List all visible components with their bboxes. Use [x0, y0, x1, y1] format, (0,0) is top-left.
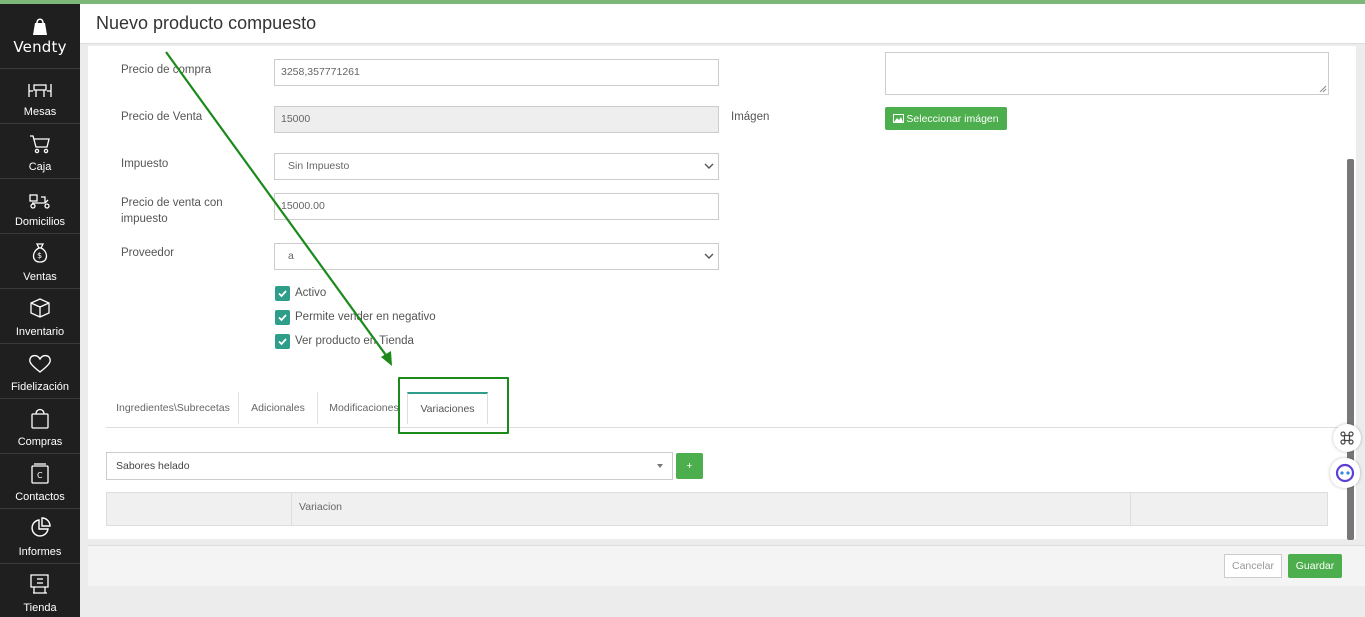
sidebar: Vendty Mesas Caja Domicilios $ Ventas In…: [0, 4, 80, 617]
brand-name: Vendty: [13, 38, 67, 56]
check-icon: [278, 314, 287, 322]
svg-text:C: C: [37, 471, 43, 480]
negativo-checkbox[interactable]: [275, 310, 290, 325]
impuesto-value: Sin Impuesto: [288, 160, 350, 172]
precio-venta-label: Precio de Venta: [121, 111, 203, 123]
table-header-variacion: Variacion: [299, 501, 342, 513]
command-icon: [1340, 431, 1354, 445]
add-variacion-button[interactable]: +: [676, 453, 703, 479]
heart-icon: [29, 354, 51, 373]
delivery-icon: [29, 194, 50, 209]
resize-grip-icon[interactable]: [1319, 85, 1327, 93]
svg-text:$: $: [37, 251, 42, 260]
precio-compra-label: Precio de compra: [121, 64, 212, 76]
box-icon: [30, 298, 50, 318]
proveedor-value: a: [288, 250, 294, 262]
precio-impuesto-label-line2: impuesto: [121, 213, 168, 225]
sidebar-item-contactos[interactable]: C Contactos: [0, 454, 80, 509]
variaciones-select-value: Sabores helado: [116, 460, 190, 472]
activo-checkbox[interactable]: [275, 286, 290, 301]
sidebar-item-label: Ventas: [23, 271, 57, 283]
sidebar-item-inventario[interactable]: Inventario: [0, 289, 80, 344]
money-bag-icon: $: [32, 243, 48, 263]
command-widget-button[interactable]: [1333, 424, 1361, 452]
negativo-label: Permite vender en negativo: [295, 311, 436, 323]
sidebar-item-tienda[interactable]: Tienda: [0, 564, 80, 617]
precio-impuesto-label-line1: Precio de venta con: [121, 197, 223, 209]
annotation-highlight-box: [398, 377, 509, 434]
variaciones-select[interactable]: Sabores helado: [106, 452, 673, 480]
proveedor-label: Proveedor: [121, 247, 175, 259]
chevron-down-icon: [704, 253, 714, 259]
proveedor-select[interactable]: a: [274, 243, 719, 270]
select-image-label: Seleccionar imágen: [906, 112, 999, 125]
sidebar-item-compras[interactable]: Compras: [0, 399, 80, 454]
sidebar-item-label: Fidelización: [10, 381, 70, 393]
sidebar-item-label: Domicilios: [14, 216, 66, 228]
precio-venta-input[interactable]: 15000: [274, 106, 719, 133]
precio-compra-input[interactable]: 3258,357771261: [274, 59, 719, 86]
sidebar-item-label: Inventario: [15, 326, 65, 338]
form-panel: Precio de compra 3258,357771261 Precio d…: [88, 46, 1356, 539]
image-icon: [893, 114, 905, 123]
bottom-strip: [80, 610, 1365, 617]
description-textarea[interactable]: [885, 52, 1329, 95]
chevron-down-icon: [704, 163, 714, 169]
store-icon: [30, 574, 49, 594]
check-icon: [278, 338, 287, 346]
tab-ingredientes[interactable]: Ingredientes\Subrecetas: [110, 392, 236, 424]
sidebar-item-informes[interactable]: Informes: [0, 509, 80, 564]
sidebar-item-label: Contactos: [15, 491, 65, 503]
tables-icon: [28, 84, 52, 97]
imagen-label: Imágen: [731, 111, 770, 123]
cart-icon: [30, 135, 50, 154]
tab-adicionales[interactable]: Adicionales: [244, 392, 312, 424]
precio-impuesto-label: Precio de venta con impuesto: [121, 195, 223, 227]
sidebar-item-mesas[interactable]: Mesas: [0, 69, 80, 124]
sidebar-item-label: Mesas: [23, 106, 57, 118]
bag-logo-icon: [33, 18, 47, 35]
tabs-divider: [106, 427, 1356, 428]
main-content: Nuevo producto compuesto Precio de compr…: [80, 4, 1365, 617]
table-column-divider: [1130, 493, 1131, 525]
shopping-bag-icon: [31, 408, 49, 429]
caret-down-icon: [657, 464, 663, 468]
assistant-widget-button[interactable]: [1330, 458, 1360, 488]
brand-logo[interactable]: Vendty: [0, 4, 80, 69]
select-image-button[interactable]: Seleccionar imágen: [885, 107, 1007, 130]
sidebar-item-label: Informes: [18, 546, 62, 558]
sidebar-item-label: Caja: [28, 161, 52, 173]
tab-divider: [238, 392, 239, 424]
impuesto-label: Impuesto: [121, 158, 169, 170]
check-icon: [278, 290, 287, 298]
sidebar-item-domicilios[interactable]: Domicilios: [0, 179, 80, 234]
sidebar-item-ventas[interactable]: $ Ventas: [0, 234, 80, 289]
table-column-divider: [291, 493, 292, 525]
precio-impuesto-input[interactable]: 15000.00: [274, 193, 719, 220]
impuesto-select[interactable]: Sin Impuesto: [274, 153, 719, 180]
pie-chart-icon: [31, 517, 51, 537]
sidebar-item-caja[interactable]: Caja: [0, 124, 80, 179]
tienda-label: Ver producto en Tienda: [295, 335, 414, 347]
contacts-icon: C: [31, 463, 49, 484]
variaciones-table: Variacion: [106, 492, 1328, 526]
save-button[interactable]: Guardar: [1288, 554, 1342, 578]
page-header: Nuevo producto compuesto: [80, 4, 1365, 44]
sidebar-item-fidelizacion[interactable]: Fidelización: [0, 344, 80, 399]
sidebar-item-label: Compras: [17, 436, 63, 448]
cancel-button[interactable]: Cancelar: [1224, 554, 1282, 578]
robot-face-icon: [1335, 463, 1355, 483]
activo-label: Activo: [295, 287, 327, 299]
tab-divider: [317, 392, 318, 424]
tienda-checkbox[interactable]: [275, 334, 290, 349]
tab-modificaciones[interactable]: Modificaciones: [324, 392, 404, 424]
sidebar-item-label: Tienda: [23, 602, 57, 614]
page-title: Nuevo producto compuesto: [96, 13, 317, 33]
form-footer: [88, 545, 1365, 586]
